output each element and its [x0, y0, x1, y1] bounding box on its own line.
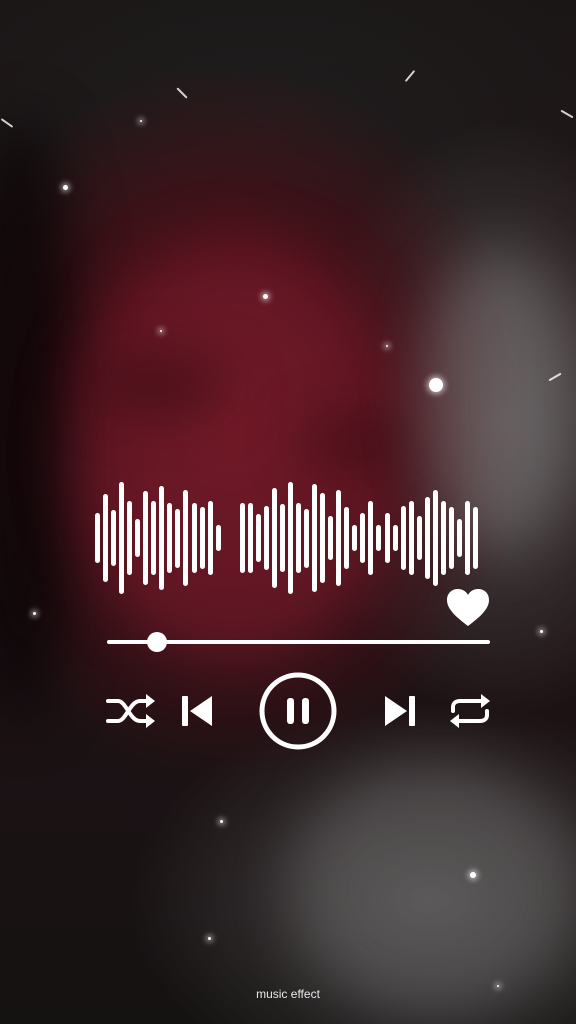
waveform-bar	[143, 490, 149, 586]
waveform-bar	[376, 525, 382, 551]
audio-waveform	[95, 478, 481, 598]
waveform-bar	[408, 501, 414, 575]
waveform-bar	[207, 501, 213, 575]
waveform-bar	[304, 508, 310, 568]
waveform-bar	[151, 501, 157, 575]
sparkle-star	[160, 330, 162, 332]
skip-next-icon[interactable]	[383, 693, 417, 729]
sparkle-streak	[404, 69, 416, 83]
waveform-bar	[103, 493, 109, 583]
waveform-bar	[400, 505, 406, 571]
sparkle-streak	[176, 87, 188, 99]
waveform-bar	[432, 489, 438, 587]
waveform-bar	[456, 519, 462, 557]
pause-icon	[287, 698, 294, 724]
background-shade	[300, 420, 420, 465]
waveform-bar	[199, 507, 205, 569]
waveform-bar	[263, 505, 269, 571]
background-shadow	[0, 120, 80, 720]
waveform-bar	[191, 502, 197, 574]
waveform-bar	[344, 507, 350, 569]
waveform-bar	[127, 501, 133, 575]
waveform-bar	[320, 493, 326, 583]
waveform-bar	[167, 502, 173, 574]
waveform-bar	[472, 507, 478, 569]
waveform-bar	[384, 513, 390, 563]
sparkle-star	[263, 294, 268, 299]
waveform-bar	[296, 502, 302, 574]
sparkle-star	[33, 612, 36, 615]
sparkle-star	[386, 345, 388, 347]
waveform-bar	[111, 509, 117, 567]
waveform-bar	[135, 519, 141, 557]
waveform-bar	[328, 515, 334, 561]
waveform-bar	[279, 503, 285, 573]
sparkle-star	[540, 630, 543, 633]
waveform-bar	[247, 502, 253, 574]
waveform-bar	[159, 486, 165, 590]
waveform-bar	[312, 483, 318, 593]
sparkle-streak	[560, 109, 574, 119]
sparkle-star	[470, 872, 476, 878]
sparkle-streak	[0, 118, 14, 128]
heart-icon[interactable]	[446, 588, 490, 628]
waveform-bar	[288, 481, 293, 595]
waveform-bar	[95, 513, 100, 563]
waveform-bar	[215, 525, 221, 551]
waveform-bar	[183, 489, 189, 587]
sparkle-star	[140, 120, 142, 122]
sparkle-star	[220, 820, 223, 823]
pause-button[interactable]	[257, 672, 339, 750]
video-frame: music effect	[0, 0, 576, 1024]
waveform-bar	[336, 489, 342, 587]
waveform-bar	[119, 481, 125, 595]
skip-previous-icon[interactable]	[180, 693, 214, 729]
background-shade	[90, 360, 230, 410]
waveform-bar	[424, 496, 430, 580]
background-light	[290, 760, 576, 1020]
waveform-bar	[440, 501, 446, 575]
sparkle-star	[63, 185, 68, 190]
sparkle-star	[429, 378, 443, 392]
shuffle-icon[interactable]	[106, 693, 156, 729]
seek-bar[interactable]	[107, 632, 490, 652]
waveform-bar	[368, 501, 374, 575]
waveform-bar	[255, 514, 261, 562]
waveform-bar	[416, 515, 422, 561]
sparkle-star	[208, 937, 211, 940]
waveform-bar	[352, 525, 358, 551]
sparkle-streak	[548, 372, 562, 382]
caption-text: music effect	[256, 987, 320, 1001]
waveform-bar	[271, 487, 277, 589]
waveform-bar	[239, 502, 245, 574]
waveform-bar	[175, 508, 181, 568]
waveform-bar	[360, 513, 366, 563]
waveform-bar	[464, 501, 470, 575]
waveform-bar	[392, 525, 398, 551]
seek-thumb[interactable]	[146, 632, 167, 652]
waveform-bar	[448, 507, 454, 569]
repeat-icon[interactable]	[447, 693, 493, 729]
